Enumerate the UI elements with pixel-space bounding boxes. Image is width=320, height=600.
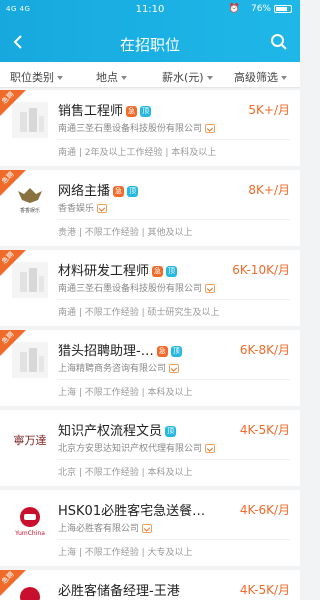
battery-level: 76% — [250, 4, 271, 14]
job-card[interactable]: 寧万達 知识产权流程文员顶 4K-5K/月 北京方安思达知识产权代理有限公司 北… — [0, 410, 300, 486]
logo-text: YumChina — [14, 530, 45, 537]
company-name-text: 香香娱乐 — [58, 204, 95, 214]
divider — [58, 459, 290, 460]
filter-label: 职位类别 — [10, 71, 54, 84]
company-name-text: 北京方安思达知识产权代理有限公司 — [58, 444, 203, 454]
dropdown-arrow-icon — [206, 76, 213, 80]
job-title-text: HSK01必胜客宅急送餐… — [58, 504, 206, 519]
top-badge: 顶 — [170, 346, 182, 357]
verified-icon — [205, 124, 216, 133]
divider — [58, 379, 290, 380]
dropdown-arrow-icon — [57, 76, 63, 80]
job-requirements: 上海 | 不限工作经验 | 大专及以上 — [58, 548, 193, 558]
job-salary: 8K+/月 — [248, 183, 290, 197]
job-requirements: 北京 | 不限工作经验 | 本科及以上 — [58, 468, 193, 478]
filter-advanced[interactable]: 高级筛选 — [234, 69, 287, 85]
company-name-text: 南通三圣石墨设备科技股份有限公司 — [58, 284, 203, 294]
verified-icon — [169, 364, 180, 373]
job-requirements: 贵港 | 不限工作经验 | 其他及以上 — [58, 228, 193, 238]
company-name: 北京方安思达知识产权代理有限公司 — [58, 441, 216, 454]
job-title: 知识产权流程文员顶 — [58, 420, 177, 439]
company-name: 香香娱乐 — [58, 201, 108, 214]
job-requirements: 南通 | 2年及以上工作经验 | 本科及以上 — [58, 148, 217, 158]
job-card[interactable]: 急聘 销售工程师急顶 5K+/月 南通三圣石墨设备科技股份有限公司 南通 | 2… — [0, 90, 300, 166]
job-title: 网络主播急顶 — [58, 180, 139, 199]
job-title: 猎头招聘助理-… 急顶 — [58, 340, 182, 359]
top-badge: 顶 — [127, 186, 139, 197]
company-name: 上海精聘商务咨询有限公司 — [58, 361, 180, 374]
filter-label: 薪水(元) — [162, 71, 204, 84]
job-salary: 4K-5K/月 — [239, 423, 290, 437]
company-name-text: 上海精聘商务咨询有限公司 — [58, 364, 167, 374]
verified-icon — [142, 524, 153, 533]
verified-icon — [97, 204, 108, 213]
filter-label: 高级筛选 — [234, 71, 278, 84]
verified-icon — [205, 284, 216, 293]
top-badge: 顶 — [165, 426, 177, 437]
company-logo: YumChina — [12, 502, 48, 538]
alarm-icon: ⏰ — [228, 4, 240, 14]
urgent-badge: 急 — [156, 346, 168, 357]
job-title-text: 知识产权流程文员 — [58, 424, 163, 439]
job-card[interactable]: 急聘 必胜客储备经理-王港 4K-5K/月 — [0, 570, 300, 600]
job-title: 销售工程师急顶 — [58, 100, 152, 119]
job-card[interactable]: 香香娱乐 急聘 网络主播急顶 8K+/月 香香娱乐 贵港 | 不限工作经验 | … — [0, 170, 300, 246]
job-title-text: 猎头招聘助理-… — [58, 344, 154, 359]
company-name: 南通三圣石墨设备科技股份有限公司 — [58, 121, 216, 134]
status-bar: 4G 4G 11:10 ⏰ 76% — [0, 0, 300, 20]
urgent-badge: 急 — [126, 106, 138, 117]
battery-indicator: 76% — [251, 4, 292, 14]
logo-text: 寧万達 — [14, 433, 47, 447]
filter-salary[interactable]: 薪水(元) — [162, 69, 213, 85]
job-title: HSK01必胜客宅急送餐… — [58, 500, 205, 519]
job-salary: 5K+/月 — [248, 103, 290, 117]
job-title-text: 网络主播 — [58, 184, 111, 199]
job-salary: 6K-8K/月 — [239, 343, 290, 357]
filter-label: 地点 — [96, 71, 118, 84]
job-requirements: 上海 | 不限工作经验 | 本科及以上 — [58, 388, 193, 398]
job-salary: 4K-5K/月 — [239, 583, 290, 597]
job-title-text: 必胜客储备经理-王港 — [58, 584, 180, 599]
filter-bar: 职位类别 地点 薪水(元) 高级筛选 — [0, 62, 300, 88]
urgent-badge: 急 — [113, 186, 125, 197]
company-name: 南通三圣石墨设备科技股份有限公司 — [58, 281, 216, 294]
battery-icon — [274, 4, 292, 13]
verified-icon — [205, 444, 216, 453]
job-card[interactable]: 急聘 材料研发工程师急顶 6K-10K/月 南通三圣石墨设备科技股份有限公司 南… — [0, 250, 300, 326]
job-title-text: 销售工程师 — [58, 104, 124, 119]
company-name-text: 南通三圣石墨设备科技股份有限公司 — [58, 124, 203, 134]
page-title: 在招职位 — [119, 36, 180, 54]
dropdown-arrow-icon — [281, 76, 287, 80]
job-card[interactable]: 急聘 猎头招聘助理-… 急顶 6K-8K/月 上海精聘商务咨询有限公司 上海 | … — [0, 330, 300, 406]
top-badge: 顶 — [140, 106, 152, 117]
title-bar: 在招职位 — [0, 28, 300, 58]
company-name-text: 上海必胜客有限公司 — [58, 524, 140, 534]
urgent-badge: 急 — [152, 266, 164, 277]
job-requirements: 南通 | 不限工作经验 | 硕士研究生及以上 — [58, 308, 220, 318]
job-title: 材料研发工程师急顶 — [58, 260, 178, 279]
dropdown-arrow-icon — [121, 76, 127, 80]
job-title-text: 材料研发工程师 — [58, 264, 150, 279]
job-salary: 4K-6K/月 — [239, 503, 290, 517]
logo-text: 香香娱乐 — [20, 207, 40, 214]
divider — [58, 299, 290, 300]
divider — [58, 219, 290, 220]
job-salary: 6K-10K/月 — [232, 263, 290, 277]
job-title: 必胜客储备经理-王港 — [58, 580, 180, 599]
app-header: 4G 4G 11:10 ⏰ 76% 在招职位 — [0, 0, 300, 62]
company-name: 上海必胜客有限公司 — [58, 521, 153, 534]
job-card[interactable]: YumChina HSK01必胜客宅急送餐… 4K-6K/月 上海必胜客有限公司… — [0, 490, 300, 566]
search-icon[interactable] — [270, 33, 288, 51]
divider — [58, 539, 290, 540]
top-badge: 顶 — [166, 266, 178, 277]
filter-location[interactable]: 地点 — [96, 69, 127, 85]
filter-job-category[interactable]: 职位类别 — [10, 69, 63, 85]
divider — [58, 139, 290, 140]
company-logo: 寧万達 — [12, 422, 48, 458]
